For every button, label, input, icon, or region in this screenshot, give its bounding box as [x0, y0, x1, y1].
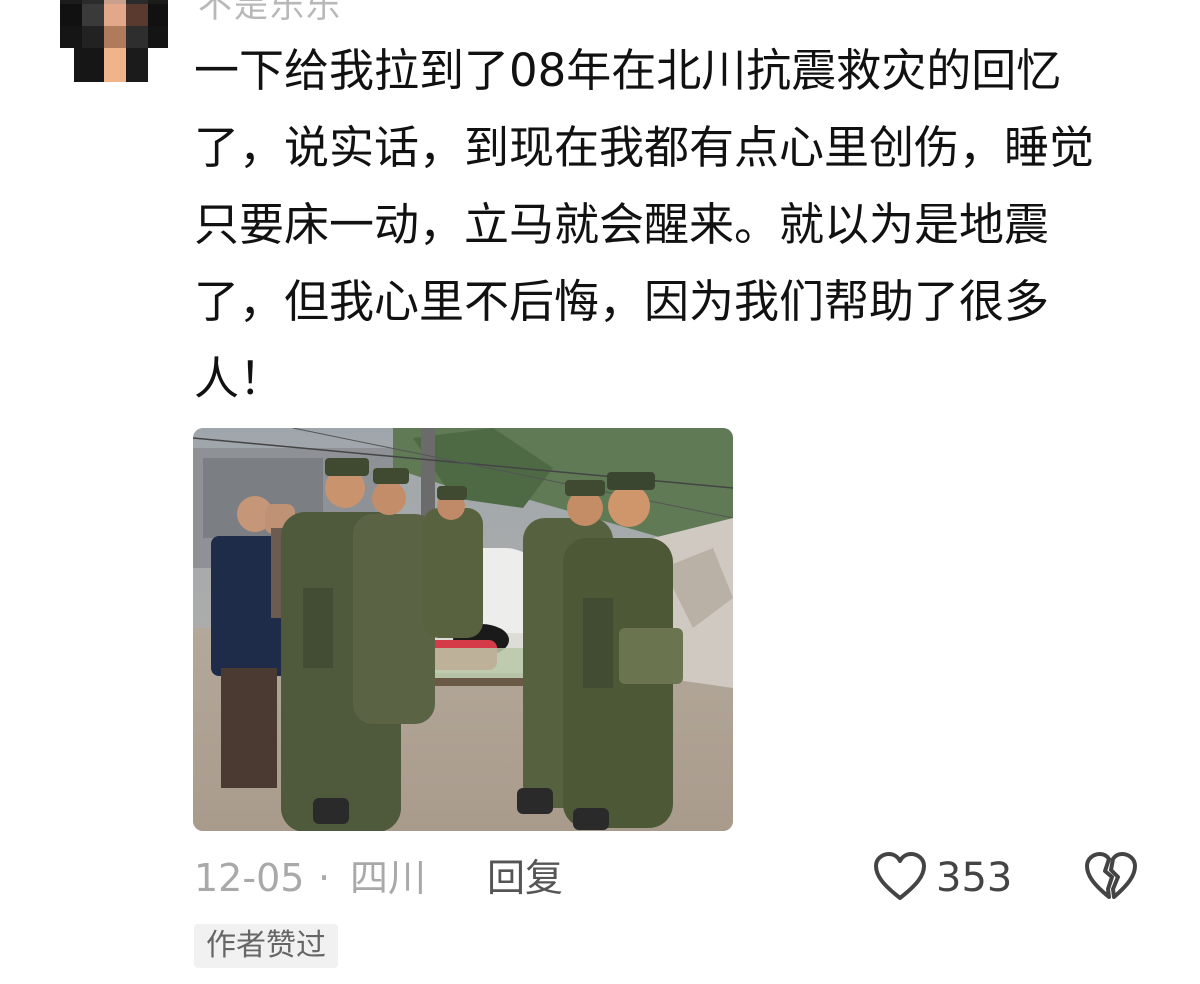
comment-text: 一下给我拉到了08年在北川抗震救灾的回忆了，说实话，到现在我都有点心里创伤，睡觉…: [194, 44, 1095, 405]
comment-location: 四川: [350, 856, 427, 900]
heart-outline-icon: [874, 852, 926, 900]
comment-date: 12-05: [194, 856, 305, 900]
comment-username[interactable]: 不是乐乐: [198, 0, 342, 27]
meta-separator: ·: [318, 856, 331, 900]
dislike-button[interactable]: [1084, 851, 1138, 903]
like-button[interactable]: [872, 851, 928, 903]
avatar[interactable]: [52, 0, 172, 82]
broken-heart-icon: [1085, 852, 1137, 899]
author-liked-badge: 作者赞过: [194, 924, 338, 968]
like-count: 353: [936, 855, 1013, 901]
reply-button[interactable]: 回复: [487, 854, 563, 902]
comment-photo[interactable]: [193, 428, 733, 831]
